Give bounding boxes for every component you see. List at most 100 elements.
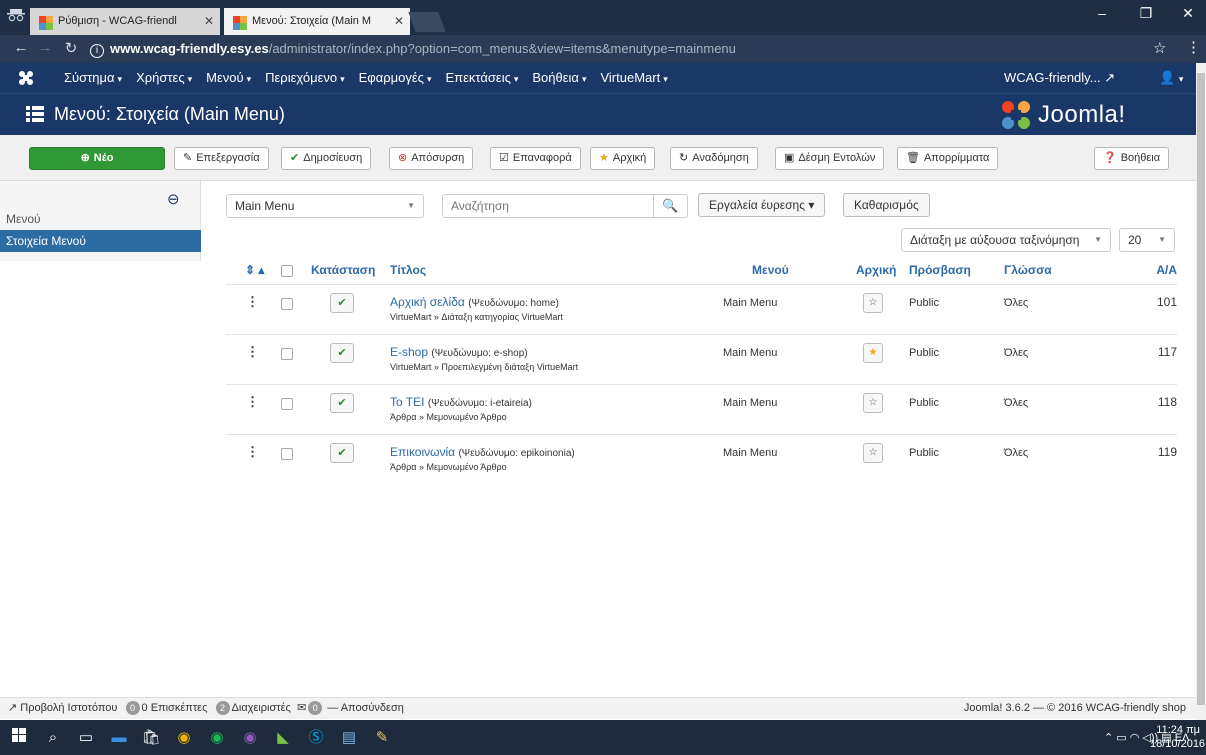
published-toggle[interactable]: ✔ (330, 393, 354, 413)
search-tools-button[interactable]: Εργαλεία έυρεσης ▾ (698, 193, 826, 217)
row-checkbox[interactable] (281, 398, 293, 410)
drag-handle-icon[interactable]: ⋮ (246, 345, 259, 358)
header-access[interactable]: Πρόσβαση (909, 258, 971, 282)
checkin-button[interactable]: ☑ Επαναφορά (490, 147, 581, 170)
row-checkbox[interactable] (281, 298, 293, 310)
home-star-icon[interactable]: ☆ (863, 293, 883, 313)
paint-icon[interactable]: ✎ (371, 727, 393, 749)
browser-tab-active[interactable]: Μενού: Στοιχεία (Main M ✕ (224, 8, 410, 35)
trash-button[interactable]: 🗑 Απορρίμματα (897, 147, 999, 170)
search-button[interactable]: 🔍 (653, 195, 687, 217)
site-link[interactable]: WCAG-friendly... ↗ (1004, 70, 1115, 86)
select-all-checkbox[interactable] (281, 265, 293, 277)
menu-users[interactable]: Χρήστες ▾ (136, 70, 192, 85)
reload-icon[interactable]: ↻ (62, 39, 80, 57)
table-row: ⋮ ✔ Αρχική σελίδα (Ψευδώνυμο: home) Virt… (226, 284, 1177, 334)
external-link-icon: ↗ (8, 702, 18, 714)
new-tab-button[interactable] (408, 12, 446, 32)
item-title-link[interactable]: Το ΤΕΙ (390, 395, 424, 409)
unpublish-button[interactable]: ⊗ Απόσυρση (389, 147, 474, 170)
forward-icon[interactable]: → (36, 39, 54, 56)
menu-extensions[interactable]: Επεκτάσεις ▾ (445, 70, 518, 85)
vertical-scrollbar[interactable] (1196, 63, 1206, 720)
task-view-icon[interactable]: ▭ (75, 727, 97, 749)
menu-system[interactable]: Σύστημα ▾ (64, 70, 122, 85)
row-checkbox[interactable] (281, 448, 293, 460)
view-site-link[interactable]: ↗ Προβολή Ιστοτόπου (8, 702, 117, 714)
chrome-icon[interactable]: ◉ (173, 727, 195, 749)
brand-text: Joomla! (1038, 101, 1126, 128)
sort-ordering-icon[interactable]: ⇕ ▴ (245, 258, 264, 282)
nvidia-icon[interactable]: ◣ (272, 727, 294, 749)
menu-select[interactable]: Main Menu ▼ (226, 194, 424, 218)
back-icon[interactable]: ← (12, 39, 30, 56)
minimize-icon[interactable]: – (1090, 5, 1114, 21)
incognito-icon (6, 8, 26, 28)
document-app-icon[interactable]: ▤ (338, 727, 360, 749)
store-icon[interactable]: 🛍 (140, 727, 162, 749)
published-toggle[interactable]: ✔ (330, 343, 354, 363)
item-title-link[interactable]: Αρχική σελίδα (390, 295, 465, 309)
bookmark-star-icon[interactable]: ☆ (1153, 39, 1166, 57)
drag-handle-icon[interactable]: ⋮ (246, 395, 259, 408)
rebuild-button[interactable]: ↻ Αναδόμηση (670, 147, 758, 170)
header-id[interactable]: Α/Α (1156, 258, 1177, 282)
menu-menus[interactable]: Μενού ▾ (206, 70, 251, 85)
menu-components[interactable]: Εφαρμογές ▾ (359, 70, 432, 85)
viber-icon[interactable]: ◉ (239, 727, 261, 749)
file-explorer-icon[interactable]: ▬ (108, 727, 130, 749)
item-title-link[interactable]: E-shop (390, 345, 428, 359)
item-title: Επικοινωνία (Ψευδώνυμο: epikoinonia) (390, 445, 575, 459)
item-language: Όλες (1004, 297, 1029, 309)
collapse-sidebar-icon[interactable]: ⊖ (167, 190, 180, 208)
batch-button[interactable]: ▣ Δέσμη Εντολών (775, 147, 885, 170)
menu-content[interactable]: Περιεχόμενο ▾ (265, 70, 345, 85)
url-field[interactable]: i www.wcag-friendly.esy.es/administrator/… (90, 39, 1150, 59)
scrollbar-thumb[interactable] (1197, 73, 1205, 705)
spotify-icon[interactable]: ◉ (206, 727, 228, 749)
restore-icon[interactable]: ❐ (1134, 5, 1158, 22)
published-toggle[interactable]: ✔ (330, 443, 354, 463)
logout-link[interactable]: — Αποσύνδεση (327, 702, 404, 714)
new-button[interactable]: ⊕ Νέο (29, 147, 165, 170)
browser-menu-icon[interactable]: ⋮ (1186, 38, 1201, 56)
header-title[interactable]: Τίτλος (390, 258, 426, 282)
header-menu[interactable]: Μενού (752, 258, 789, 282)
search-icon[interactable]: ⌕ (42, 727, 64, 749)
search-input[interactable] (443, 195, 643, 217)
home-star-icon[interactable]: ☆ (863, 393, 883, 413)
header-home[interactable]: Αρχική (856, 258, 896, 282)
info-icon[interactable]: i (90, 44, 104, 58)
sidebar-item-menus[interactable]: Μενού (0, 208, 201, 230)
windows-start-icon[interactable] (8, 727, 30, 749)
skype-icon[interactable]: Ⓢ (305, 727, 327, 749)
menu-help[interactable]: Βοήθεια ▾ (532, 70, 586, 85)
edit-button[interactable]: ✎ Επεξεργασία (174, 147, 269, 170)
drag-handle-icon[interactable]: ⋮ (246, 445, 259, 458)
sidebar-item-menu-items[interactable]: Στοιχεία Μενού (0, 230, 201, 252)
ordering-select[interactable]: Διάταξη με αύξουσα ταξινόμηση ▼ (901, 228, 1111, 252)
close-tab-icon[interactable]: ✕ (394, 8, 404, 34)
clock[interactable]: 11:24 πμ 18/10/2016 (1150, 723, 1205, 751)
item-title-link[interactable]: Επικοινωνία (390, 445, 455, 459)
messages-badge[interactable]: 0 (308, 701, 323, 715)
limit-select[interactable]: 20 ▼ (1119, 228, 1175, 252)
joomla-logo-icon[interactable] (18, 70, 34, 86)
help-button[interactable]: ❓ Βοήθεια (1094, 147, 1170, 170)
drag-handle-icon[interactable]: ⋮ (246, 295, 259, 308)
close-window-icon[interactable]: ✕ (1176, 5, 1200, 22)
menu-virtuemart[interactable]: VirtueMart ▾ (600, 70, 667, 85)
publish-button[interactable]: ✔ Δημοσίευση (281, 147, 372, 170)
row-checkbox[interactable] (281, 348, 293, 360)
header-language[interactable]: Γλώσσα (1004, 258, 1052, 282)
browser-tab[interactable]: Ρύθμιση - WCAG-friendl ✕ (30, 8, 220, 35)
clear-button[interactable]: Καθαρισμός (843, 193, 930, 217)
tab-label: Μενού: Στοιχεία (Main M (252, 15, 372, 27)
home-star-icon[interactable]: ☆ (863, 443, 883, 463)
user-menu[interactable]: 👤 ▾ (1159, 70, 1183, 86)
close-tab-icon[interactable]: ✕ (204, 8, 214, 34)
published-toggle[interactable]: ✔ (330, 293, 354, 313)
home-button[interactable]: ★ Αρχική (590, 147, 656, 170)
header-state[interactable]: Κατάσταση (311, 258, 375, 282)
home-star-icon[interactable]: ★ (863, 343, 883, 363)
